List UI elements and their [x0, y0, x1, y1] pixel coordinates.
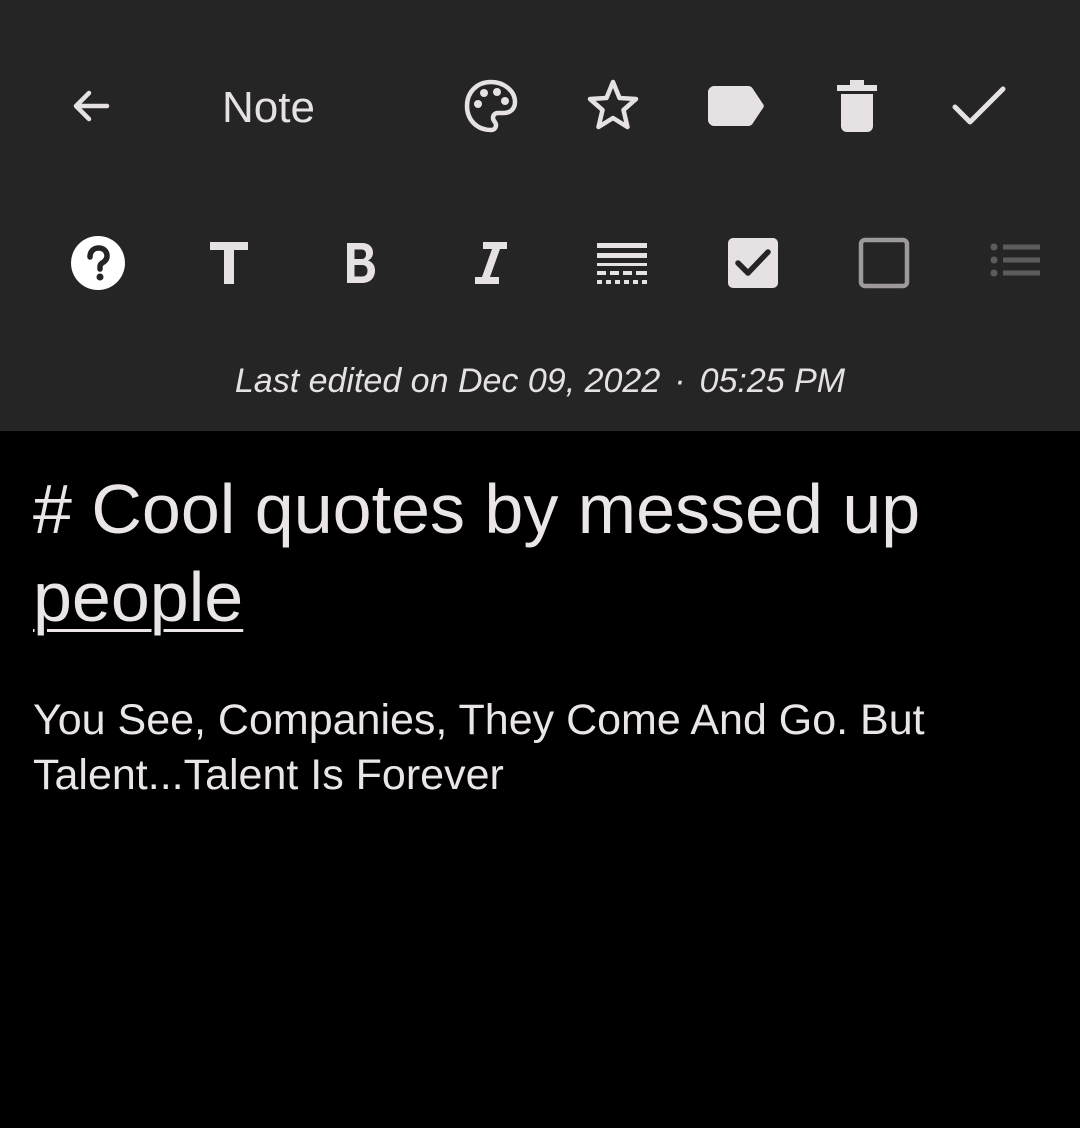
italic-icon	[475, 242, 507, 284]
text-format-icon	[210, 242, 248, 284]
trash-icon	[837, 80, 877, 132]
app-header: Note Last edited on Dec 09, 2022 · 05:25…	[0, 0, 1080, 431]
last-edited-text: Last edited on Dec 09, 2022 · 05:25 PM	[0, 354, 1080, 408]
note-heading-text: # Cool quotes by messed up	[33, 470, 921, 548]
label-button[interactable]	[696, 66, 776, 146]
help-button[interactable]	[58, 223, 138, 303]
note-editor[interactable]: # Cool quotes by messed up people You See…	[0, 431, 1080, 1128]
checkbox-unchecked-icon	[858, 237, 910, 289]
favorite-button[interactable]	[573, 66, 653, 146]
star-icon	[587, 79, 639, 130]
bulleted-list-button[interactable]	[978, 223, 1040, 303]
separator-dot: ·	[674, 362, 686, 400]
note-heading-link[interactable]: people	[33, 558, 243, 636]
strikethrough-icon	[597, 243, 647, 284]
italic-button[interactable]	[451, 223, 531, 303]
delete-button[interactable]	[817, 66, 897, 146]
last-edited-time: 05:25 PM	[699, 362, 846, 400]
bold-button[interactable]	[321, 223, 401, 303]
note-heading[interactable]: # Cool quotes by messed up people	[33, 465, 1043, 641]
last-edited-prefix: Last edited on	[234, 362, 449, 400]
strikethrough-button[interactable]	[582, 223, 662, 303]
checkbox-checked-icon	[728, 238, 778, 288]
color-button[interactable]	[451, 66, 531, 146]
bulleted-list-icon	[990, 243, 1040, 277]
palette-icon	[464, 79, 518, 133]
text-style-button[interactable]	[189, 223, 269, 303]
checklist-checked-button[interactable]	[713, 223, 793, 303]
help-icon	[71, 236, 125, 290]
label-icon	[708, 86, 764, 126]
arrow-back-icon	[73, 90, 110, 122]
back-button[interactable]	[51, 66, 131, 146]
page-title: Note	[222, 83, 315, 132]
save-button[interactable]	[939, 66, 1019, 146]
note-body[interactable]: You See, Companies, They Come And Go. Bu…	[33, 693, 1043, 803]
checklist-unchecked-button[interactable]	[844, 223, 924, 303]
check-icon	[952, 86, 1006, 125]
bold-icon	[347, 243, 375, 283]
last-edited-date: Dec 09, 2022	[457, 362, 661, 400]
